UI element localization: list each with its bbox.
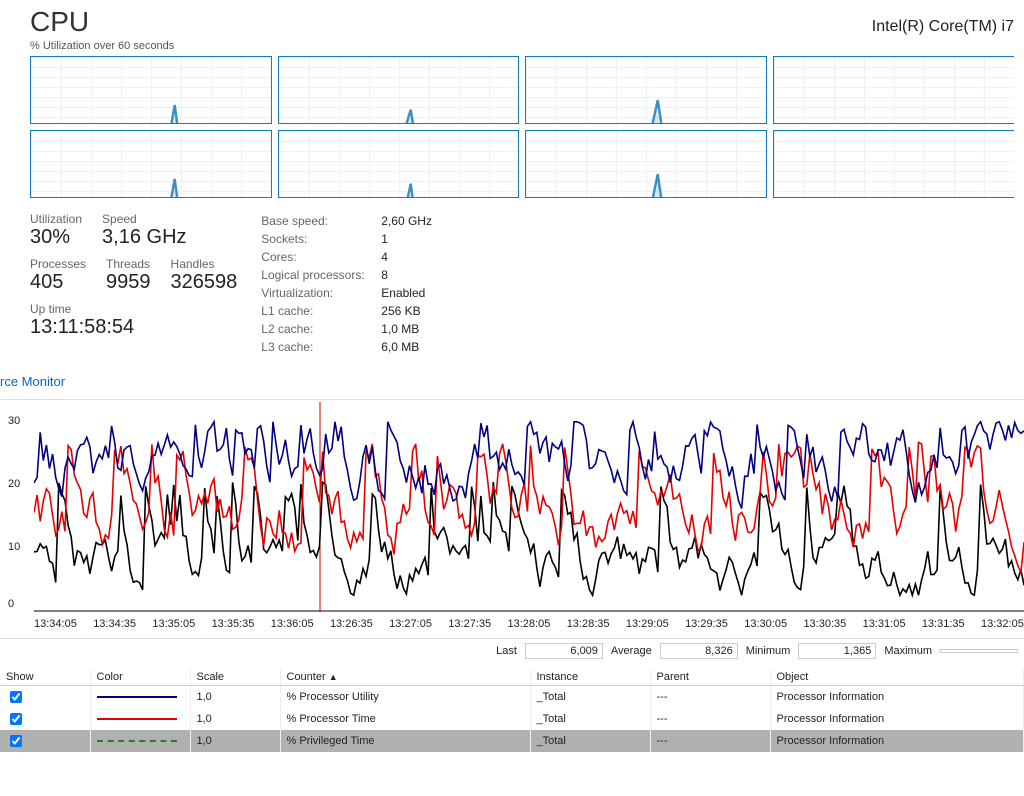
- stats-utilization-speed: Utilization 30% Speed 3,16 GHz Processes…: [30, 212, 237, 356]
- cell-object: Processor Information: [770, 686, 1024, 709]
- cell-counter: % Privileged Time: [280, 730, 530, 752]
- core-chart-7[interactable]: [773, 130, 1015, 198]
- label-l3-cache: L3 cache:: [261, 338, 381, 356]
- task-manager-cpu-panel: CPU Intel(R) Core(TM) i7 % Utilization o…: [0, 0, 1024, 360]
- core-chart-3[interactable]: [773, 56, 1015, 124]
- col-scale[interactable]: Scale: [190, 669, 280, 686]
- stats-row: Utilization 30% Speed 3,16 GHz Processes…: [30, 212, 1014, 356]
- cell-instance: _Total: [530, 708, 650, 730]
- core-chart-5[interactable]: [278, 130, 520, 198]
- value-l1-cache: 256 KB: [381, 302, 420, 320]
- value-minimum: 1,365: [798, 643, 876, 659]
- y-tick-10: 10: [8, 541, 20, 553]
- color-swatch-green: [97, 740, 177, 742]
- value-l2-cache: 1,0 MB: [381, 320, 419, 338]
- show-checkbox[interactable]: [10, 735, 22, 747]
- value-average: 8,326: [660, 643, 738, 659]
- label-minimum: Minimum: [742, 644, 795, 658]
- value-processes: 405: [30, 271, 86, 294]
- y-tick-20: 20: [8, 478, 20, 490]
- col-instance[interactable]: Instance: [530, 669, 650, 686]
- cell-counter: % Processor Utility: [280, 686, 530, 709]
- label-l1-cache: L1 cache:: [261, 302, 381, 320]
- value-virtualization: Enabled: [381, 284, 425, 302]
- perfmon-plot-svg: [34, 402, 1024, 612]
- x-axis-ticks: 13:34:0513:34:3513:35:0513:35:3513:36:05…: [34, 618, 1024, 630]
- color-swatch-red: [97, 718, 177, 720]
- perfmon-chart[interactable]: 30 20 10 0 13:34:0513:34:3513:35:0513:35…: [0, 399, 1024, 639]
- label-processes: Processes: [30, 257, 86, 271]
- table-row-selected[interactable]: 1,0 % Privileged Time _Total --- Process…: [0, 730, 1024, 752]
- core-chart-0[interactable]: [30, 56, 272, 124]
- counters-table[interactable]: Show Color Scale Counter ▲ Instance Pare…: [0, 669, 1024, 752]
- y-axis-ticks: 30 20 10 0: [8, 400, 34, 610]
- label-utilization: Utilization: [30, 212, 82, 226]
- title-row: CPU Intel(R) Core(TM) i7: [30, 6, 1014, 38]
- cell-scale: 1,0: [190, 708, 280, 730]
- core-chart-4[interactable]: [30, 130, 272, 198]
- label-cores: Cores:: [261, 248, 381, 266]
- value-threads: 9959: [106, 271, 151, 294]
- label-uptime: Up time: [30, 302, 237, 316]
- counters-table-header: Show Color Scale Counter ▲ Instance Pare…: [0, 669, 1024, 686]
- cell-parent: ---: [650, 686, 770, 709]
- col-counter[interactable]: Counter ▲: [280, 669, 530, 686]
- color-swatch-navy: [97, 696, 177, 698]
- label-virtualization: Virtualization:: [261, 284, 381, 302]
- label-base-speed: Base speed:: [261, 212, 381, 230]
- cell-object: Processor Information: [770, 708, 1024, 730]
- label-speed: Speed: [102, 212, 186, 226]
- sort-asc-icon: ▲: [329, 672, 338, 682]
- table-row[interactable]: 1,0 % Processor Utility _Total --- Proce…: [0, 686, 1024, 709]
- label-l2-cache: L2 cache:: [261, 320, 381, 338]
- chart-subtitle: % Utilization over 60 seconds: [30, 40, 1014, 52]
- cell-instance: _Total: [530, 686, 650, 709]
- cell-object: Processor Information: [770, 730, 1024, 752]
- value-logical-processors: 8: [381, 266, 388, 284]
- cell-instance: _Total: [530, 730, 650, 752]
- core-chart-1[interactable]: [278, 56, 520, 124]
- value-maximum: [940, 649, 1018, 653]
- label-logical-processors: Logical processors:: [261, 266, 381, 284]
- table-row[interactable]: 1,0 % Processor Time _Total --- Processo…: [0, 708, 1024, 730]
- value-uptime: 13:11:58:54: [30, 316, 237, 339]
- value-l3-cache: 6,0 MB: [381, 338, 419, 356]
- label-maximum: Maximum: [880, 644, 936, 658]
- stats-details: Base speed:2,60 GHz Sockets:1 Cores:4 Lo…: [261, 212, 432, 356]
- cpu-model-name: Intel(R) Core(TM) i7: [872, 18, 1014, 36]
- label-threads: Threads: [106, 257, 151, 271]
- col-color[interactable]: Color: [90, 669, 190, 686]
- cell-scale: 1,0: [190, 730, 280, 752]
- summary-bar: Last 6,009 Average 8,326 Minimum 1,365 M…: [0, 639, 1024, 663]
- value-sockets: 1: [381, 230, 388, 248]
- label-average: Average: [607, 644, 656, 658]
- value-cores: 4: [381, 248, 388, 266]
- page-title: CPU: [30, 6, 89, 38]
- core-chart-6[interactable]: [525, 130, 767, 198]
- label-sockets: Sockets:: [261, 230, 381, 248]
- value-speed: 3,16 GHz: [102, 226, 186, 249]
- cell-parent: ---: [650, 708, 770, 730]
- value-handles: 326598: [171, 271, 238, 294]
- label-handles: Handles: [171, 257, 238, 271]
- value-base-speed: 2,60 GHz: [381, 212, 432, 230]
- per-core-charts: [30, 56, 1014, 198]
- label-last: Last: [492, 644, 521, 658]
- cell-scale: 1,0: [190, 686, 280, 709]
- col-parent[interactable]: Parent: [650, 669, 770, 686]
- cell-counter: % Processor Time: [280, 708, 530, 730]
- col-object[interactable]: Object: [770, 669, 1024, 686]
- resource-monitor-link[interactable]: rce Monitor: [0, 360, 65, 395]
- value-last: 6,009: [525, 643, 603, 659]
- col-show[interactable]: Show: [0, 669, 90, 686]
- value-utilization: 30%: [30, 226, 82, 249]
- y-tick-30: 30: [8, 415, 20, 427]
- y-tick-0: 0: [8, 598, 14, 610]
- show-checkbox[interactable]: [10, 691, 22, 703]
- show-checkbox[interactable]: [10, 713, 22, 725]
- cell-parent: ---: [650, 730, 770, 752]
- core-chart-2[interactable]: [525, 56, 767, 124]
